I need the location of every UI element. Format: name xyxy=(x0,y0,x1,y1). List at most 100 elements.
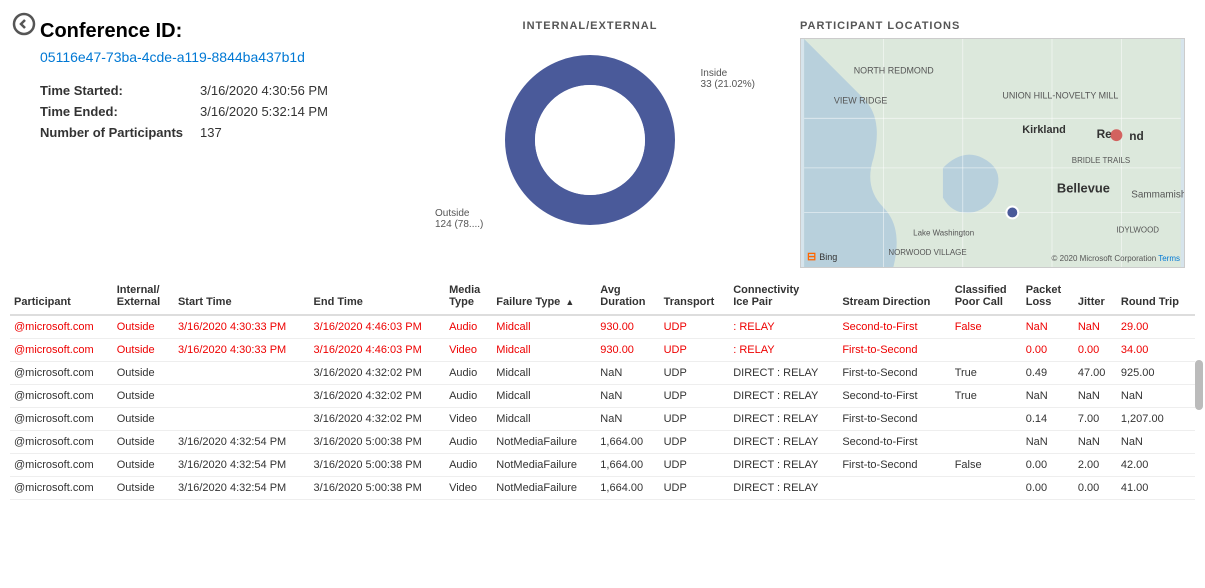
cell-packet-loss: 0.00 xyxy=(1022,477,1074,500)
cell-failure-type: Midcall xyxy=(492,385,596,408)
cell-internal-external: Outside xyxy=(113,339,174,362)
data-table: Participant Internal/External Start Time… xyxy=(10,278,1195,500)
cell-participant: @microsoft.com xyxy=(10,408,113,431)
cell-jitter: NaN xyxy=(1074,431,1117,454)
cell-internal-external: Outside xyxy=(113,431,174,454)
cell-internal-external: Outside xyxy=(113,454,174,477)
conference-id-value[interactable]: 05116e47-73ba-4cde-a119-8844ba437b1d xyxy=(40,49,420,65)
time-started-label: Time Started: xyxy=(40,83,200,98)
cell-classified-poor-call: False xyxy=(951,454,1022,477)
cell-media-type: Audio xyxy=(445,362,492,385)
bing-label: Bing xyxy=(819,252,837,262)
cell-start-time xyxy=(174,385,310,408)
back-button[interactable] xyxy=(12,12,36,41)
cell-ice-pair: : RELAY xyxy=(729,315,838,339)
cell-ice-pair: DIRECT : RELAY xyxy=(729,431,838,454)
cell-stream-direction: Second-to-First xyxy=(838,315,950,339)
cell-failure-type: Midcall xyxy=(492,362,596,385)
map-svg: Kirkland Re nd Bellevue Sammamish NORTH … xyxy=(801,39,1184,267)
col-packet-loss[interactable]: PacketLoss xyxy=(1022,278,1074,315)
cell-stream-direction: Second-to-First xyxy=(838,385,950,408)
cell-round-trip: 925.00 xyxy=(1117,362,1195,385)
table-body: @microsoft.comOutside3/16/2020 4:30:33 P… xyxy=(10,315,1195,500)
sort-arrow: ▲ xyxy=(565,297,574,307)
cell-end-time: 3/16/2020 4:46:03 PM xyxy=(310,339,446,362)
donut-chart-svg xyxy=(490,40,690,240)
bing-icon: ⊟ xyxy=(807,250,816,263)
cell-end-time: 3/16/2020 5:00:38 PM xyxy=(310,454,446,477)
col-end-time[interactable]: End Time xyxy=(310,278,446,315)
cell-avg-duration: 1,664.00 xyxy=(596,477,659,500)
cell-transport: UDP xyxy=(660,385,730,408)
col-internal-external[interactable]: Internal/External xyxy=(113,278,174,315)
cell-classified-poor-call: True xyxy=(951,385,1022,408)
scrollbar[interactable] xyxy=(1195,360,1203,410)
cell-start-time xyxy=(174,362,310,385)
cell-end-time: 3/16/2020 5:00:38 PM xyxy=(310,477,446,500)
cell-packet-loss: 0.00 xyxy=(1022,339,1074,362)
cell-start-time: 3/16/2020 4:30:33 PM xyxy=(174,315,310,339)
table-row[interactable]: @microsoft.comOutside3/16/2020 4:32:54 P… xyxy=(10,431,1195,454)
cell-stream-direction: First-to-Second xyxy=(838,454,950,477)
map-section: PARTICIPANT LOCATIONS xyxy=(800,20,1185,268)
col-transport[interactable]: Transport xyxy=(660,278,730,315)
cell-failure-type: Midcall xyxy=(492,339,596,362)
cell-packet-loss: 0.00 xyxy=(1022,454,1074,477)
col-connectivity-ice-pair[interactable]: ConnectivityIce Pair xyxy=(729,278,838,315)
cell-classified-poor-call: False xyxy=(951,315,1022,339)
col-round-trip[interactable]: Round Trip xyxy=(1117,278,1195,315)
cell-classified-poor-call xyxy=(951,477,1022,500)
cell-stream-direction: First-to-Second xyxy=(838,408,950,431)
map-title: PARTICIPANT LOCATIONS xyxy=(800,20,1185,32)
cell-jitter: NaN xyxy=(1074,385,1117,408)
col-stream-direction[interactable]: Stream Direction xyxy=(838,278,950,315)
table-row[interactable]: @microsoft.comOutside3/16/2020 4:32:02 P… xyxy=(10,362,1195,385)
table-row[interactable]: @microsoft.comOutside3/16/2020 4:32:54 P… xyxy=(10,454,1195,477)
col-start-time[interactable]: Start Time xyxy=(174,278,310,315)
table-row[interactable]: @microsoft.comOutside3/16/2020 4:32:54 P… xyxy=(10,477,1195,500)
cell-packet-loss: 0.49 xyxy=(1022,362,1074,385)
table-row[interactable]: @microsoft.comOutside3/16/2020 4:32:02 P… xyxy=(10,408,1195,431)
svg-text:Bellevue: Bellevue xyxy=(1057,181,1110,196)
cell-ice-pair: : RELAY xyxy=(729,339,838,362)
cell-packet-loss: NaN xyxy=(1022,431,1074,454)
col-classified-poor-call[interactable]: ClassifiedPoor Call xyxy=(951,278,1022,315)
cell-classified-poor-call xyxy=(951,339,1022,362)
cell-avg-duration: 1,664.00 xyxy=(596,454,659,477)
col-participant[interactable]: Participant xyxy=(10,278,113,315)
cell-classified-poor-call xyxy=(951,408,1022,431)
svg-text:Kirkland: Kirkland xyxy=(1022,124,1066,136)
cell-start-time: 3/16/2020 4:32:54 PM xyxy=(174,431,310,454)
cell-participant: @microsoft.com xyxy=(10,477,113,500)
col-media-type[interactable]: MediaType xyxy=(445,278,492,315)
time-started-value: 3/16/2020 4:30:56 PM xyxy=(200,83,420,98)
svg-text:Re: Re xyxy=(1097,127,1113,141)
cell-ice-pair: DIRECT : RELAY xyxy=(729,408,838,431)
col-avg-duration[interactable]: AvgDuration xyxy=(596,278,659,315)
table-row[interactable]: @microsoft.comOutside3/16/2020 4:30:33 P… xyxy=(10,339,1195,362)
cell-failure-type: Midcall xyxy=(492,315,596,339)
cell-internal-external: Outside xyxy=(113,477,174,500)
cell-failure-type: NotMediaFailure xyxy=(492,477,596,500)
cell-start-time xyxy=(174,408,310,431)
table-section: Participant Internal/External Start Time… xyxy=(0,278,1205,500)
svg-text:NORWOOD VILLAGE: NORWOOD VILLAGE xyxy=(888,248,966,257)
cell-media-type: Audio xyxy=(445,431,492,454)
table-row[interactable]: @microsoft.comOutside3/16/2020 4:30:33 P… xyxy=(10,315,1195,339)
conference-info: Conference ID: 05116e47-73ba-4cde-a119-8… xyxy=(40,20,420,268)
num-participants-value: 137 xyxy=(200,125,420,140)
col-jitter[interactable]: Jitter xyxy=(1074,278,1117,315)
cell-media-type: Audio xyxy=(445,385,492,408)
cell-jitter: 0.00 xyxy=(1074,477,1117,500)
cell-participant: @microsoft.com xyxy=(10,431,113,454)
col-failure-type[interactable]: Failure Type ▲ xyxy=(492,278,596,315)
cell-round-trip: 42.00 xyxy=(1117,454,1195,477)
terms-link[interactable]: Terms xyxy=(1158,254,1180,263)
cell-avg-duration: NaN xyxy=(596,385,659,408)
table-row[interactable]: @microsoft.comOutside3/16/2020 4:32:02 P… xyxy=(10,385,1195,408)
cell-avg-duration: 1,664.00 xyxy=(596,431,659,454)
cell-end-time: 3/16/2020 5:00:38 PM xyxy=(310,431,446,454)
cell-internal-external: Outside xyxy=(113,362,174,385)
cell-stream-direction: Second-to-First xyxy=(838,431,950,454)
cell-ice-pair: DIRECT : RELAY xyxy=(729,454,838,477)
